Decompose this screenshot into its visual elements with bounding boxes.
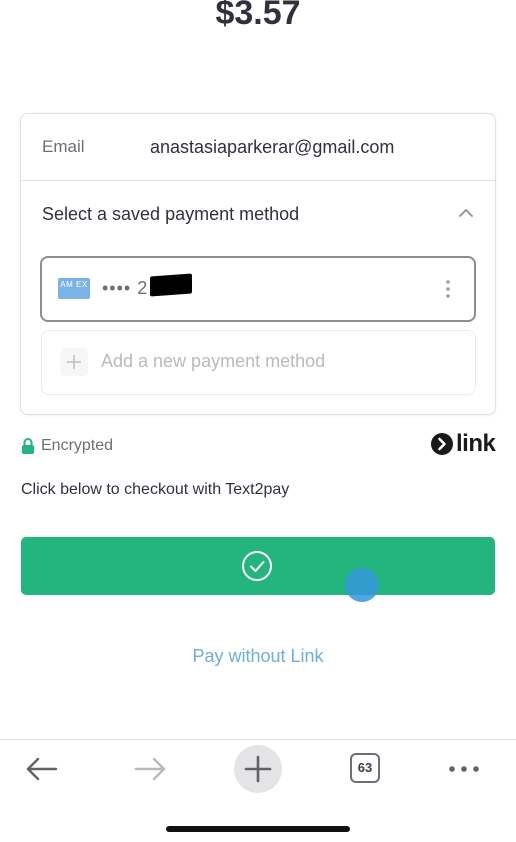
checkout-page: $3.57 Email anastasiaparkerar@gmail.com … bbox=[0, 0, 516, 842]
home-indicator bbox=[166, 826, 350, 832]
email-row[interactable]: Email anastasiaparkerar@gmail.com bbox=[21, 114, 495, 181]
masked-card-number: •••• 2 bbox=[102, 278, 149, 298]
add-payment-method-button[interactable]: Add a new payment method bbox=[41, 330, 476, 395]
redaction-bar bbox=[150, 273, 192, 297]
link-arrow-icon bbox=[431, 433, 453, 455]
payment-amount: $3.57 bbox=[215, 0, 301, 32]
saved-payment-method[interactable]: AM EX •••• 2 bbox=[40, 256, 476, 322]
payment-card-panel: Email anastasiaparkerar@gmail.com Select… bbox=[20, 113, 496, 415]
link-logo-text: link bbox=[456, 430, 496, 457]
tab-count-button[interactable]: 63 bbox=[350, 753, 380, 783]
ellipsis-icon[interactable] bbox=[446, 758, 482, 780]
email-value: anastasiaparkerar@gmail.com bbox=[150, 137, 395, 157]
encrypted-indicator: Encrypted bbox=[21, 435, 113, 457]
plus-icon bbox=[244, 755, 272, 783]
add-payment-method-label: Add a new payment method bbox=[101, 351, 326, 371]
arrow-left-icon[interactable] bbox=[24, 754, 60, 784]
new-tab-button[interactable] bbox=[234, 745, 282, 793]
more-options-icon[interactable] bbox=[440, 278, 456, 300]
pay-without-link-button[interactable]: Pay without Link bbox=[0, 646, 516, 667]
browser-toolbar: 63 bbox=[0, 739, 516, 842]
checkout-note: Click below to checkout with Text2pay bbox=[21, 481, 290, 498]
arrow-right-icon[interactable] bbox=[132, 754, 168, 784]
plus-icon bbox=[60, 348, 88, 376]
touch-indicator bbox=[345, 568, 379, 602]
payment-section-title: Select a saved payment method bbox=[42, 204, 300, 224]
pay-button[interactable] bbox=[21, 537, 495, 595]
checkmark-circle-icon bbox=[242, 551, 272, 581]
encrypted-label: Encrypted bbox=[41, 437, 114, 454]
email-label: Email bbox=[42, 137, 85, 156]
amex-card-icon: AM EX bbox=[58, 278, 90, 299]
link-logo: link bbox=[431, 430, 496, 457]
chevron-up-icon[interactable] bbox=[457, 204, 475, 222]
lock-icon bbox=[22, 438, 34, 454]
